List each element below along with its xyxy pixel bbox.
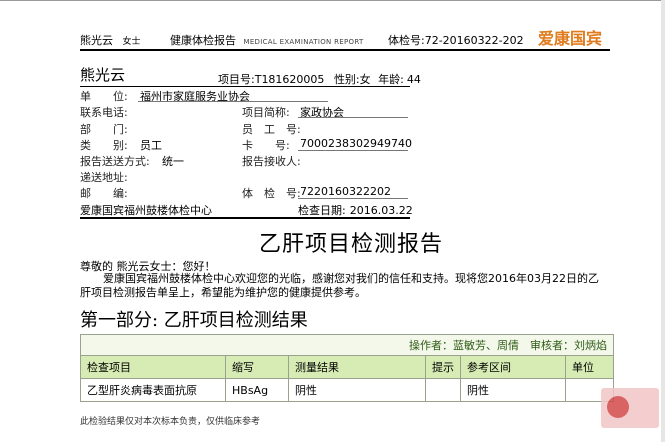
exam-date: 检查日期: 2016.03.22 <box>298 204 413 217</box>
exam-no2-label: 体 检 号: <box>242 187 301 200</box>
phone-label: 联系电话: <box>80 106 128 119</box>
col-header: 测量结果 <box>288 355 426 379</box>
address-label: 递送地址: <box>80 171 128 184</box>
card-no-value: 7000238302949740 <box>300 137 412 150</box>
table-cell: HBsAg <box>225 378 289 402</box>
patient-name: 熊光云 <box>80 66 126 84</box>
category-value: 员工 <box>140 139 162 152</box>
authors-cell: 操作者：蓝敏芳、周倩 审核者：刘炳焰 <box>80 334 614 356</box>
brand-logo: 爱康国宾 <box>538 29 603 48</box>
report-title: 乙肝项目检测报告 <box>259 232 444 257</box>
delivery-value: 统一 <box>162 155 184 168</box>
exam-no2-value: 7220160322202 <box>300 185 391 198</box>
postcode-label: 邮 编: <box>80 187 128 200</box>
card-no-underline <box>298 150 408 151</box>
header-report-title-en: MEDICAL EXAMINATION REPORT <box>243 38 364 46</box>
unit-label: 单 位: <box>80 90 128 103</box>
delivery-label: 报告送送方式: <box>80 155 150 168</box>
intro-line-2: 肝项目检测报告单呈上，希望能为维护您的健康提供参考。 <box>80 286 366 299</box>
col-header: 参考区间 <box>460 355 566 379</box>
scrollbar-track[interactable] <box>661 0 665 442</box>
header-patient-name: 熊光云 <box>80 34 113 47</box>
info-divider <box>80 217 410 219</box>
top-border <box>0 0 665 1</box>
header-report-title: 健康体检报告 MEDICAL EXAMINATION REPORT <box>170 34 364 47</box>
watermark-logo <box>601 388 659 428</box>
unit-underline <box>138 101 328 102</box>
center-name: 爱康国宾福州鼓楼体检中心 <box>80 204 212 217</box>
project-short-underline <box>298 117 408 118</box>
table-cell: 乙型肝炎病毒表面抗原 <box>80 378 226 402</box>
col-header: 检查项目 <box>80 355 226 379</box>
category-label: 类 别: <box>80 139 128 152</box>
receiver-label: 报告接收人: <box>242 155 301 168</box>
exam-no2-underline <box>298 198 408 199</box>
header-honorific: 女士 <box>122 37 141 47</box>
table-cell <box>425 378 461 402</box>
results-table: 操作者：蓝敏芳、周倩 审核者：刘炳焰 检查项目 缩写 测量结果 提示 参考区间 … <box>80 334 614 402</box>
section-title: 第一部分: 乙肝项目检测结果 <box>80 310 308 331</box>
project-short-label: 项目简称: <box>242 106 290 119</box>
header-divider <box>80 49 610 51</box>
col-header: 缩写 <box>225 355 289 379</box>
table-row: 乙型肝炎病毒表面抗原 HBsAg 阴性 阴性 <box>80 378 614 402</box>
table-cell: 阴性 <box>288 378 426 402</box>
project-line: 项目号:T181620005 性别:女 年龄: 44 <box>218 73 421 86</box>
authors-row: 操作者：蓝敏芳、周倩 审核者：刘炳焰 <box>80 334 614 356</box>
col-header: 单位 <box>565 355 614 379</box>
watermark-circle <box>607 396 629 418</box>
footnote: 此检验结果仅对本次标本负责，仅供临床参考 <box>80 417 261 427</box>
employee-no-label: 员 工 号: <box>242 123 301 136</box>
dept-label: 部 门: <box>80 123 128 136</box>
name-underline <box>80 86 410 87</box>
card-no-label: 卡 号: <box>242 139 290 152</box>
table-cell: 阴性 <box>460 378 566 402</box>
header-exam-no: 体检号:72-20160322-202 <box>388 34 524 47</box>
table-header-row: 检查项目 缩写 测量结果 提示 参考区间 单位 <box>80 355 614 379</box>
header-patient: 熊光云 女士 <box>80 32 141 48</box>
col-header: 提示 <box>425 355 461 379</box>
